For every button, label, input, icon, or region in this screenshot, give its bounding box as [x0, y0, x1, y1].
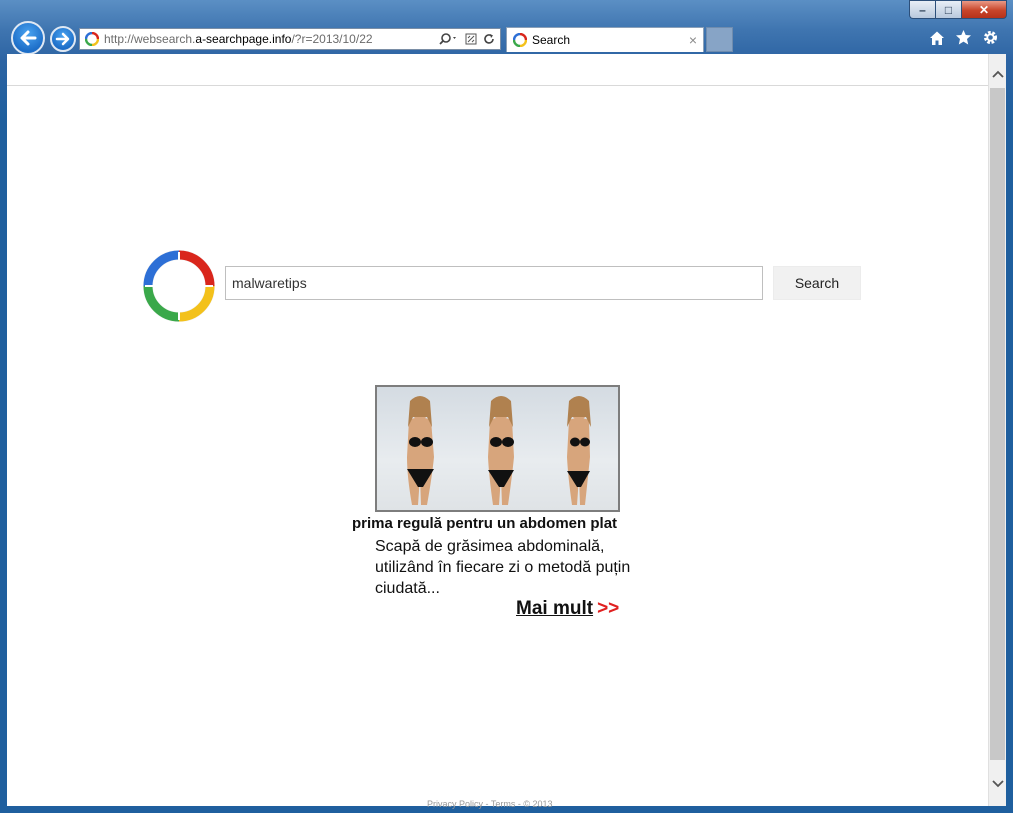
site-favicon-icon [85, 32, 99, 46]
url-text[interactable]: http://websearch.a-searchpage.info/?r=20… [104, 32, 439, 46]
maximize-button[interactable]: □ [935, 0, 961, 19]
browser-toolbar-icons [928, 29, 999, 46]
tab-search[interactable]: Search × [506, 27, 704, 52]
ad-body: Scapă de grăsimea abdominală, utilizând … [375, 538, 631, 597]
ad-more-arrows[interactable]: >> [597, 598, 619, 619]
ad-more-label[interactable]: Mai mult [516, 598, 593, 619]
url-domain: a-searchpage.info [195, 32, 292, 46]
search-button[interactable]: Search [773, 266, 861, 300]
chevron-up-icon [991, 70, 1004, 78]
home-icon [929, 31, 944, 45]
url-suffix: /?r=2013/10/22 [291, 32, 373, 46]
search-dropdown-icon[interactable] [439, 32, 459, 46]
compatibility-view-icon[interactable] [465, 33, 477, 45]
favorites-button[interactable] [955, 29, 972, 46]
refresh-icon[interactable] [483, 33, 495, 45]
close-window-button[interactable]: ✕ [961, 0, 1007, 19]
address-bar[interactable]: http://websearch.a-searchpage.info/?r=20… [79, 28, 501, 50]
vertical-scrollbar[interactable] [988, 54, 1006, 806]
arrow-right-icon [55, 32, 70, 46]
home-button[interactable] [928, 29, 945, 46]
gear-icon [984, 31, 997, 44]
ad-more-link[interactable]: Mai mult >> [516, 598, 619, 620]
scroll-up-button[interactable] [989, 64, 1006, 84]
url-prefix: http://websearch. [104, 32, 196, 46]
command-bar [7, 54, 988, 86]
scrollbar-thumb[interactable] [990, 88, 1005, 760]
back-button[interactable] [11, 21, 45, 55]
page-content: Search [7, 54, 1006, 809]
arrow-left-icon [20, 30, 37, 46]
footer-links[interactable]: Privacy Policy - Terms - © 2013 [427, 799, 553, 809]
ad-image[interactable] [375, 385, 620, 512]
tab-close-button[interactable]: × [689, 32, 697, 48]
browser-window: – □ ✕ http://websearch.a-searchpage.info… [0, 0, 1013, 813]
search-input[interactable] [225, 266, 763, 300]
star-icon [956, 30, 971, 45]
ad-title[interactable]: prima regulă pentru un abdomen plat [352, 515, 617, 532]
new-tab-button[interactable] [706, 27, 733, 52]
chevron-down-icon [991, 780, 1004, 788]
scroll-down-button[interactable] [989, 774, 1006, 794]
window-controls: – □ ✕ [909, 0, 1007, 19]
search-logo-icon [143, 250, 215, 322]
address-tools [439, 32, 495, 46]
tab-label: Search [532, 33, 571, 47]
ad-figures-image [407, 396, 591, 505]
forward-button[interactable] [50, 26, 76, 52]
tab-favicon-icon [513, 33, 527, 47]
minimize-button[interactable]: – [909, 0, 935, 19]
tools-button[interactable] [982, 29, 999, 46]
